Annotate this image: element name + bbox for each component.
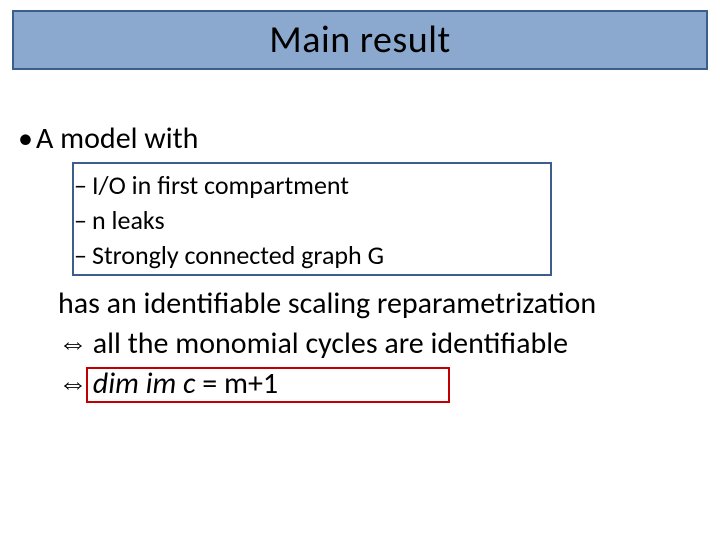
title-box: Main result — [12, 10, 708, 70]
sub-item-leaks: n leaks — [92, 203, 532, 238]
iff-arrow-icon: ⇔ — [58, 364, 86, 404]
sub-box: I/O in first compartment n leaks Strongl… — [72, 162, 552, 276]
body-line2-text: all the monomial cycles are identifiable — [86, 325, 568, 362]
eq-m-plus-1: = m+1 — [196, 365, 279, 402]
body-line2: ⇔ all the monomial cycles are identifiab… — [58, 324, 596, 364]
body-lines: has an identifiable scaling reparametriz… — [58, 284, 596, 364]
iff-arrow-icon: ⇔ — [58, 324, 86, 364]
slide-title: Main result — [269, 17, 450, 63]
body-line1: has an identifiable scaling reparametriz… — [58, 284, 596, 324]
body-line3: ⇔ dim im c = m+1 — [58, 364, 278, 404]
bullet-main: A model with — [36, 120, 198, 157]
dim-im-c: dim im c — [93, 365, 196, 402]
slide: Main result A model with I/O in first co… — [0, 0, 720, 540]
sub-item-io: I/O in first compartment — [92, 168, 532, 203]
sub-item-graph: Strongly connected graph G — [92, 238, 532, 273]
